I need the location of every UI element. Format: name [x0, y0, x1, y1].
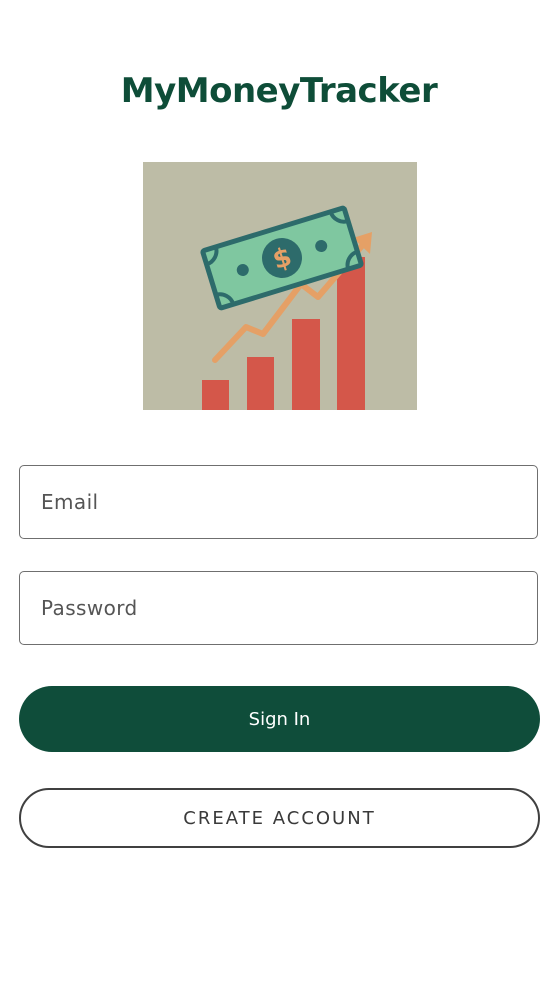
create-account-label: CREATE ACCOUNT — [183, 807, 376, 829]
hero-image: $ — [143, 162, 417, 410]
chart-bar — [292, 319, 320, 410]
email-field[interactable] — [19, 465, 538, 539]
email-input[interactable] — [20, 466, 537, 538]
chart-bar — [247, 357, 274, 410]
chart-bar — [337, 257, 365, 410]
sign-in-button[interactable]: Sign In — [19, 686, 540, 752]
password-field[interactable] — [19, 571, 538, 645]
sign-in-label: Sign In — [248, 708, 311, 730]
create-account-button[interactable]: CREATE ACCOUNT — [19, 788, 540, 848]
chart-bar — [202, 380, 229, 410]
app-title: MyMoneyTracker — [120, 71, 438, 111]
password-input[interactable] — [20, 572, 537, 644]
money-growth-chart-icon: $ — [200, 205, 372, 410]
